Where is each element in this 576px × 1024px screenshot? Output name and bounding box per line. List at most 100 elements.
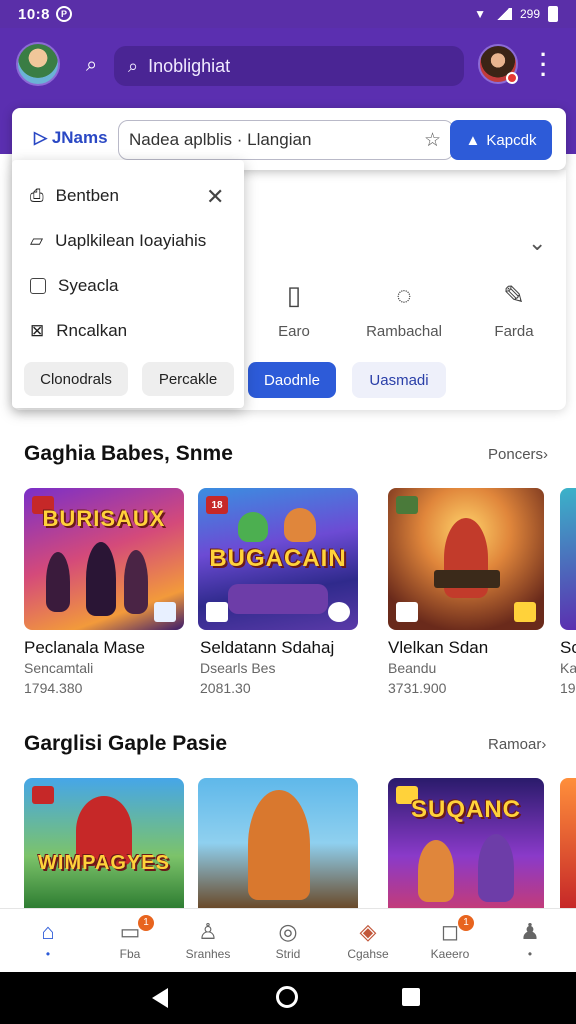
checkbox-icon [30,278,46,294]
notification-badge: 1 [138,915,154,931]
dropdown-item[interactable]: ⊠ Rncalkan [30,321,127,341]
active-dot: • [45,947,51,961]
back-icon[interactable] [152,988,168,1008]
character-art [124,550,148,614]
nav-download[interactable]: ◎ Strid [250,919,326,961]
category-item[interactable]: ✎ Farda [474,280,554,340]
dropdown-item[interactable]: Syeacla [30,276,118,296]
game-card[interactable]: BURISAUX [24,488,184,630]
notification-dot [506,72,518,84]
game-stat: 19 [560,680,576,696]
message-icon: ◻ [440,919,460,944]
status-bar: 10:8 P ▼ 299 [0,0,576,28]
game-art-title: BUGACAIN [209,544,347,572]
avatar[interactable] [16,42,60,86]
section-more-link[interactable]: Poncers› [488,446,548,463]
section-title: Garglisi Gaple Pasie [24,732,228,755]
character-art [434,570,500,588]
status-extra: 299 [519,7,540,21]
character-art [46,552,70,612]
filter-pill[interactable]: Uasmadi [352,362,446,398]
category-item[interactable]: ◌ Rambachal [364,280,444,340]
chevron-right-icon: › [543,446,549,463]
nav-home[interactable]: ⌂ • [10,919,86,961]
search-icon[interactable]: ⌕ [86,54,97,77]
game-stat: 1794.380 [24,680,83,696]
wifi-icon: ▼ [474,7,486,21]
bookmark-icon: ▱ [30,231,44,250]
game-art-title: BURISAUX [42,506,166,531]
game-card[interactable] [388,488,544,630]
section-title: Gaghia Babes, Snme [24,442,233,465]
game-title: Sc [560,638,576,657]
category-label: Farda [494,323,534,340]
game-corner-icon [206,602,228,622]
category-label: Earo [278,323,310,340]
nav-messages[interactable]: ◻ 1 Kaeero [412,915,488,961]
top-search-input[interactable]: ⌕ Inoblighiat [114,46,464,86]
character-art [418,840,454,902]
game-title: Peclanala Mase [24,638,145,657]
game-title: Vlelkan Sdan [388,638,489,657]
game-corner-icon [328,602,350,622]
game-card[interactable] [560,778,576,908]
pin-icon[interactable]: ☆ [424,129,441,152]
dropdown-item[interactable]: ⎙ Bentben [30,186,119,206]
nav-tag[interactable]: ◈ Cgahse [330,919,406,961]
filter-label: Daodnle [264,371,320,389]
notification-icon: P [56,6,73,22]
status-time: 10:8 [18,5,51,23]
search-button[interactable]: ▲ Kapcdk [450,120,552,160]
book-icon: ▯ [286,280,302,310]
game-badge [32,786,54,804]
search-query: Nadea aplblis · Llangian [129,130,312,149]
inbox-icon: ▭ [119,919,141,944]
game-stat: 2081.30 [200,680,251,696]
game-developer: Beandu [388,660,437,676]
game-developer: Sencamtali [24,660,94,676]
home-button-icon[interactable] [276,986,298,1008]
nav-profile[interactable]: ♙ Sranhes [170,919,246,961]
game-badge [396,496,418,514]
status-right: ▼ 299 [474,6,558,22]
game-corner-icon [514,602,536,622]
nav-account[interactable]: ♟ • [492,919,568,961]
game-card[interactable] [198,778,358,908]
category-label: Rambachal [366,323,442,340]
filter-pill-active[interactable]: Daodnle [248,362,336,398]
game-card[interactable] [560,488,576,630]
signal-icon [493,8,512,20]
profile-avatar[interactable] [478,44,518,84]
character-art [86,542,116,616]
more-icon[interactable]: · · · [540,44,547,86]
character-art [228,584,328,614]
chevron-right-icon: › [541,736,547,753]
bottom-navigation: ⌂ • ▭ 1 Fba ♙ Sranhes ◎ Strid ◈ Cgahse ◻… [0,908,576,972]
game-badge: 18 [206,496,228,514]
section-more-link[interactable]: Ramoar› [488,736,546,753]
game-card[interactable]: SUQANC [388,778,544,908]
close-icon[interactable]: ✕ [206,184,224,210]
dropdown-pill[interactable]: Clonodrals [24,362,128,396]
nav-inbox[interactable]: ▭ 1 Fba [92,915,168,961]
recents-icon[interactable] [402,988,420,1006]
filter-label: Uasmadi [369,371,429,389]
game-corner-icon [396,602,418,622]
category-item[interactable]: ▯ Earo [254,280,334,340]
notification-badge: 1 [458,915,474,931]
battery-icon [548,6,558,22]
account-icon: ♟ [520,919,540,944]
chat-icon: ◌ [396,280,412,310]
game-card[interactable]: 18 BUGACAIN [198,488,358,630]
top-search-text: Inoblighiat [148,55,231,76]
dropdown-menu: ⎙ Bentben ✕ ▱ Uaplkilean Ioayiahis Syeac… [12,160,244,408]
chevron-down-icon[interactable]: ⌄ [528,230,546,256]
dropdown-item[interactable]: ▱ Uaplkilean Ioayiahis [30,231,206,251]
game-card[interactable]: WIMPAGYES [24,778,184,908]
dot: • [527,947,533,961]
dropdown-pill[interactable]: Percakle [142,362,234,396]
play-logo-icon: ▷ [34,128,48,147]
home-icon: ⌂ [41,919,55,944]
search-input[interactable]: Nadea aplblis · Llangian ☆ [118,120,454,160]
game-art-title: WIMPAGYES [38,852,170,874]
